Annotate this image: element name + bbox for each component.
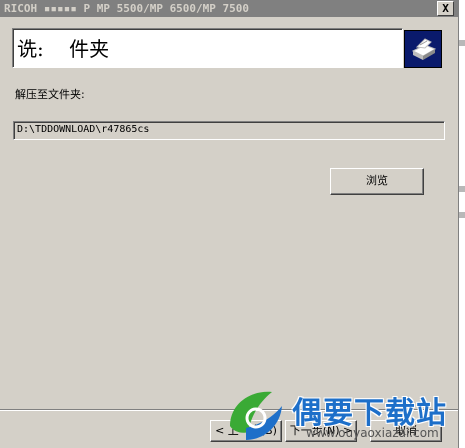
printer-icon (404, 30, 442, 68)
header-title: 诜: 件夹 (17, 37, 110, 61)
extract-path-value: D:\TDDOWNLOAD\r47865cs (17, 124, 150, 135)
desktop-fragment (459, 40, 465, 46)
extract-to-label: 解压至文件夹: (15, 88, 85, 101)
window-title: RICOH ▪▪▪▪▪ P MP 5500/MP 6500/MP 7500 (4, 2, 250, 15)
desktop-fragment (459, 212, 465, 218)
footer-separator (0, 409, 458, 411)
next-button[interactable]: 下一步(N) > (285, 420, 357, 442)
header-panel: 诜: 件夹 (12, 28, 403, 68)
desktop-background (459, 0, 465, 448)
desktop-fragment (459, 186, 465, 192)
title-bar[interactable]: RICOH ▪▪▪▪▪ P MP 5500/MP 6500/MP 7500 X (0, 0, 458, 17)
extract-path-field[interactable]: D:\TDDOWNLOAD\r47865cs (13, 121, 445, 140)
close-button[interactable]: X (437, 1, 454, 16)
installer-dialog: RICOH ▪▪▪▪▪ P MP 5500/MP 6500/MP 7500 X … (0, 0, 459, 448)
browse-button[interactable]: 浏览 (330, 168, 424, 195)
cancel-button[interactable]: 取消 (370, 420, 442, 442)
back-button[interactable]: < 上一步(B) (210, 420, 282, 442)
